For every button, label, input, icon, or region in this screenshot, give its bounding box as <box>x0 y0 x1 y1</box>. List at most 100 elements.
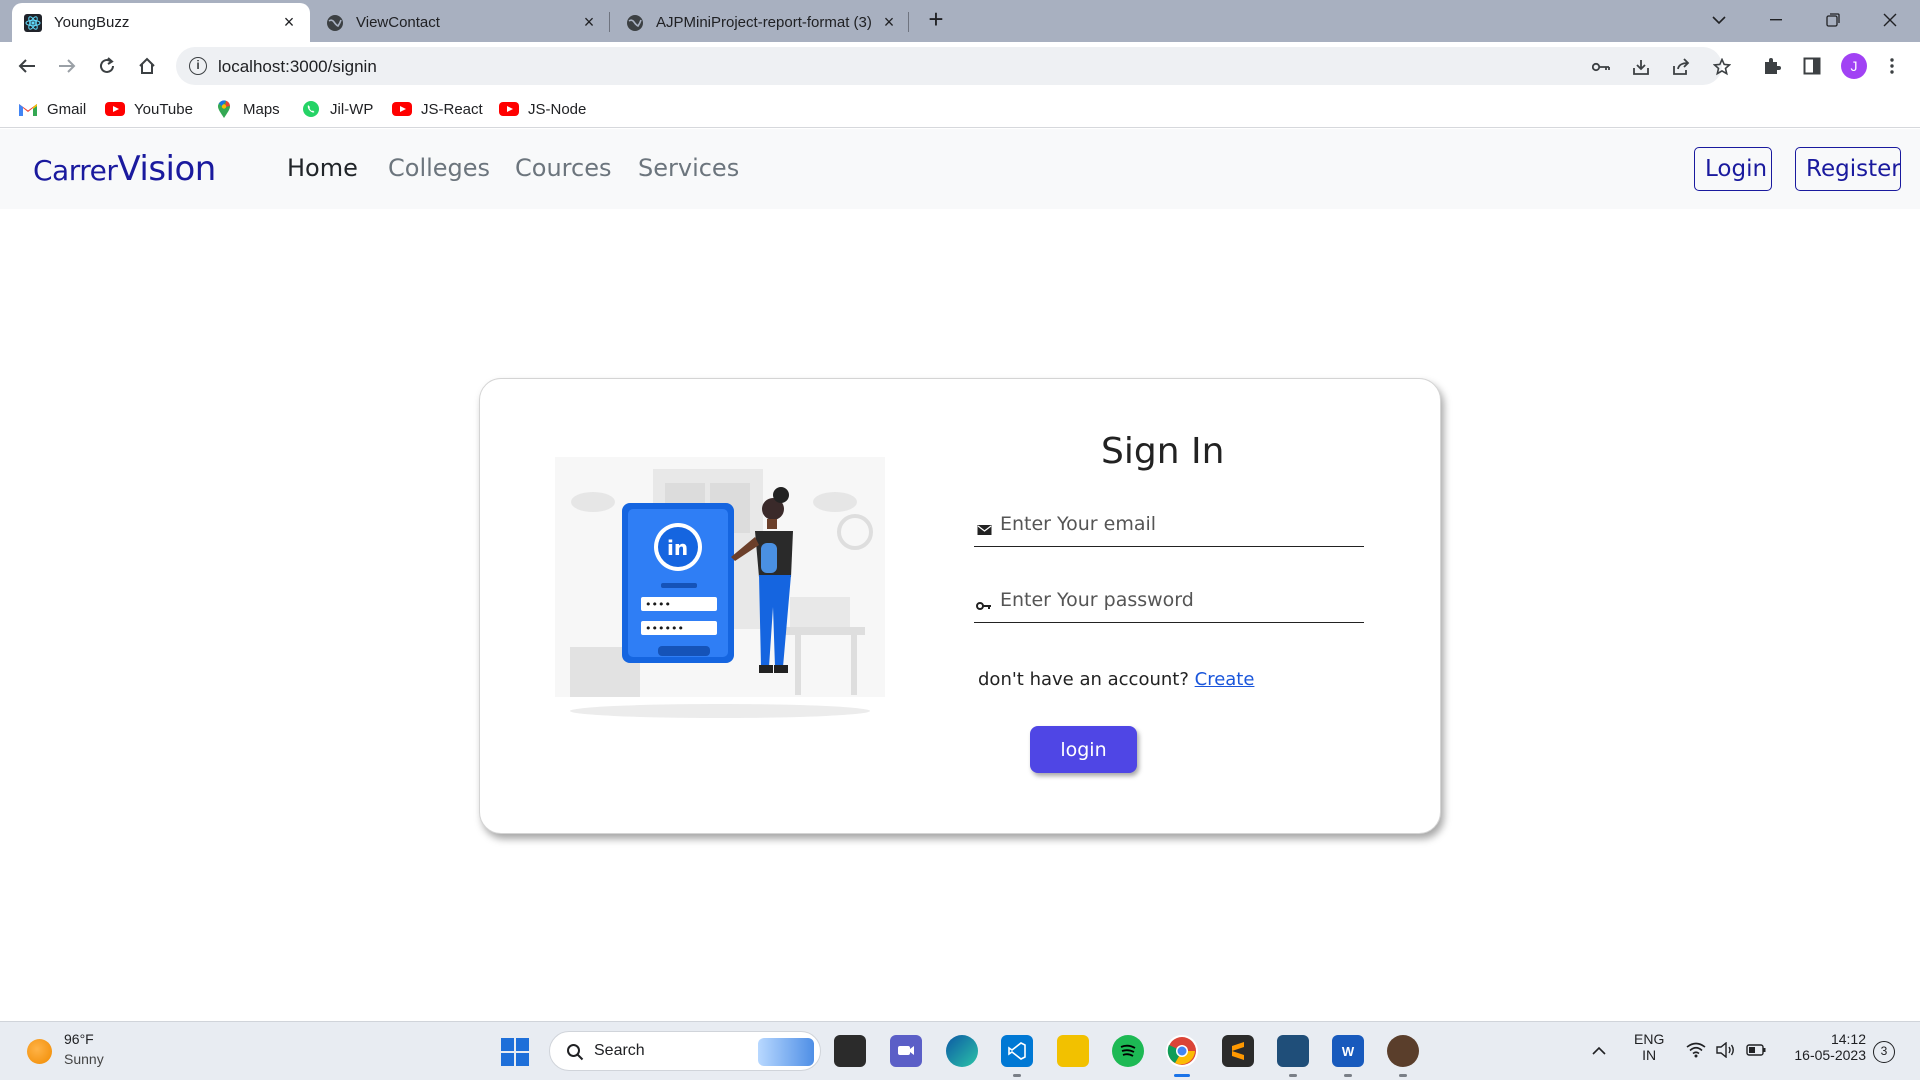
extensions-icon[interactable] <box>1760 54 1784 78</box>
word-icon[interactable]: W <box>1332 1035 1364 1067</box>
tab-separator <box>908 12 909 32</box>
volume-icon[interactable] <box>1716 1041 1736 1061</box>
bookmark-js-react[interactable]: JS-React <box>392 98 483 120</box>
url-text[interactable]: localhost:3000/signin <box>218 57 377 77</box>
sublime-text-icon[interactable] <box>1222 1035 1254 1067</box>
sun-icon[interactable] <box>27 1039 52 1064</box>
minimize-icon[interactable] <box>1756 4 1796 36</box>
close-window-icon[interactable] <box>1870 4 1910 36</box>
clock[interactable]: 14:12 16-05-2023 <box>1784 1031 1866 1063</box>
menu-kebab-icon[interactable] <box>1880 54 1904 78</box>
brand-part1: Carrer <box>33 154 118 187</box>
new-tab-button[interactable]: + <box>922 6 950 34</box>
password-input[interactable] <box>1000 585 1360 615</box>
nav-link-home[interactable]: Home <box>287 154 358 182</box>
nav-login-button[interactable]: Login <box>1694 147 1772 191</box>
nav-register-button[interactable]: Register <box>1795 147 1901 191</box>
tab-viewcontact[interactable]: ViewContact × <box>314 3 610 42</box>
app-icon[interactable] <box>1387 1035 1419 1067</box>
vscode-icon[interactable] <box>1001 1035 1033 1067</box>
language-line1: ENG <box>1634 1031 1665 1047</box>
bookmark-label: JS-Node <box>528 100 587 118</box>
info-icon[interactable]: i <box>189 57 207 75</box>
svg-text:••••: •••• <box>645 598 671 611</box>
bookmark-jil-wp[interactable]: Jil-WP <box>301 98 373 120</box>
bookmarks-bar: Gmail YouTube Maps Jil-WP JS-React JS-No… <box>0 90 1920 128</box>
running-indicator <box>1013 1074 1021 1077</box>
globe-icon <box>326 14 344 32</box>
brand-part2: Vision <box>117 149 216 189</box>
bookmark-label: JS-React <box>421 100 483 118</box>
edge-icon[interactable] <box>946 1035 978 1067</box>
reload-icon[interactable] <box>91 50 123 82</box>
teams-icon[interactable] <box>890 1035 922 1067</box>
nav-link-services[interactable]: Services <box>638 154 739 182</box>
browser-toolbar: i localhost:3000/signin J <box>0 42 1920 90</box>
bookmark-maps[interactable]: Maps <box>214 98 280 120</box>
react-icon <box>24 13 42 32</box>
tab-ajpminiproject[interactable]: AJPMiniProject-report-format (3) × <box>614 3 910 42</box>
taskbar-search[interactable]: Search <box>549 1031 821 1071</box>
close-icon[interactable]: × <box>580 12 598 32</box>
tab-title: YoungBuzz <box>54 14 130 31</box>
star-icon[interactable] <box>1712 57 1732 77</box>
bookmark-gmail[interactable]: Gmail <box>18 98 86 120</box>
bookmark-label: Gmail <box>47 100 87 118</box>
bookmark-js-node[interactable]: JS-Node <box>499 98 586 120</box>
task-view-icon[interactable] <box>834 1035 866 1067</box>
email-input[interactable] <box>1000 509 1360 539</box>
bookmark-label: Maps <box>243 100 280 118</box>
notification-badge[interactable]: 3 <box>1873 1041 1895 1063</box>
running-indicator <box>1289 1074 1297 1077</box>
nav-link-cources[interactable]: Cources <box>515 154 611 182</box>
restore-icon[interactable] <box>1813 4 1853 36</box>
login-button[interactable]: login <box>1030 726 1137 773</box>
side-panel-icon[interactable] <box>1800 54 1824 78</box>
signin-title: Sign In <box>1101 431 1225 472</box>
svg-text:••••••: •••••• <box>645 622 684 635</box>
gmail-icon <box>18 101 38 117</box>
profile-avatar[interactable]: J <box>1841 53 1867 79</box>
back-icon[interactable] <box>11 50 43 82</box>
battery-icon[interactable] <box>1746 1043 1766 1060</box>
running-indicator <box>1399 1074 1407 1077</box>
chrome-icon[interactable] <box>1166 1035 1198 1067</box>
install-icon[interactable] <box>1631 57 1651 77</box>
file-explorer-icon[interactable] <box>1057 1035 1089 1067</box>
windows-start-icon[interactable] <box>501 1038 529 1066</box>
clock-time: 14:12 <box>1830 1031 1866 1047</box>
brand-logo[interactable]: CarrerVision <box>33 149 216 189</box>
bookmark-label: YouTube <box>134 100 193 118</box>
close-icon[interactable]: × <box>280 12 298 32</box>
address-bar[interactable]: i localhost:3000/signin <box>176 47 1731 85</box>
email-field[interactable] <box>974 503 1364 547</box>
clock-date: 16-05-2023 <box>1794 1047 1866 1063</box>
login-illustration: in •••• •••••• <box>555 457 885 718</box>
globe-icon <box>626 14 644 32</box>
key-icon <box>976 599 992 613</box>
wifi-icon[interactable] <box>1686 1042 1706 1061</box>
spotify-icon[interactable] <box>1112 1035 1144 1067</box>
close-icon[interactable]: × <box>880 12 898 32</box>
key-icon[interactable] <box>1591 57 1611 77</box>
search-icon <box>564 1041 586 1063</box>
web-page: CarrerVision Home Colleges Cources Servi… <box>0 129 1920 1021</box>
home-icon[interactable] <box>131 50 163 82</box>
bookmark-youtube[interactable]: YouTube <box>105 98 193 120</box>
create-account-prompt: don't have an account? Create <box>978 669 1254 690</box>
forward-icon[interactable] <box>51 50 83 82</box>
mysql-workbench-icon[interactable] <box>1277 1035 1309 1067</box>
running-indicator <box>1344 1074 1352 1077</box>
windows-taskbar: 96°F Sunny Search W ENG IN 14:12 16-05-2… <box>0 1021 1920 1080</box>
tab-youngbuzz[interactable]: YoungBuzz × <box>12 3 310 42</box>
password-field[interactable] <box>974 579 1364 623</box>
chevron-up-icon[interactable] <box>1592 1040 1606 1061</box>
weather-temperature[interactable]: 96°F <box>64 1031 94 1047</box>
share-icon[interactable] <box>1671 57 1691 77</box>
tab-search-icon[interactable] <box>1699 4 1739 36</box>
tab-title: ViewContact <box>356 14 440 31</box>
language-indicator[interactable]: ENG IN <box>1634 1031 1664 1063</box>
nav-link-colleges[interactable]: Colleges <box>388 154 490 182</box>
create-account-link[interactable]: Create <box>1195 669 1255 690</box>
weather-description[interactable]: Sunny <box>64 1051 104 1067</box>
